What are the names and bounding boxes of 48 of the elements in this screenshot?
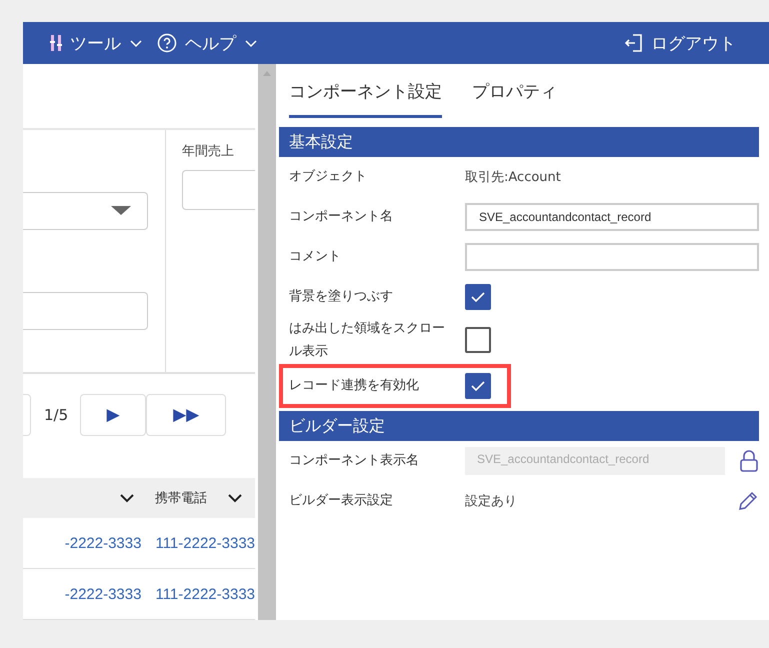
- field-label: コンポーネント名: [289, 208, 394, 226]
- logout-icon: [625, 33, 643, 53]
- table-cell: 111-2222-3333: [155, 586, 255, 602]
- table-cell: -2222-3333: [64, 586, 142, 602]
- sort-chevron-icon[interactable]: [119, 493, 135, 503]
- field-label: コメント: [289, 248, 342, 266]
- input-field[interactable]: [182, 170, 255, 210]
- checkbox[interactable]: [465, 372, 491, 399]
- scrollbar[interactable]: [258, 64, 276, 620]
- input-field: SVE_accountandcontact_record: [465, 446, 725, 475]
- logout-button[interactable]: ログアウト: [625, 32, 736, 54]
- section-header: ビルダー設定: [279, 410, 759, 441]
- field-value: 取引先:Account: [465, 169, 561, 186]
- last-page-button[interactable]: ▶▶: [146, 394, 226, 436]
- sort-chevron-icon[interactable]: [227, 493, 243, 503]
- checkmark-icon: [470, 380, 486, 392]
- table-cell: 111-2222-3333: [155, 534, 255, 552]
- dropdown-triangle-icon: [111, 206, 131, 216]
- menu-button[interactable]: ツール: [50, 32, 143, 54]
- pencil-icon[interactable]: [737, 490, 759, 512]
- dropdown-field[interactable]: [23, 192, 148, 230]
- page-indicator: 1/5: [44, 406, 68, 424]
- field-label: 年間売上: [182, 143, 235, 160]
- field-label: ビルダー表示設定: [289, 492, 394, 510]
- input-field[interactable]: [465, 243, 759, 271]
- field-label: オブジェクト: [289, 168, 368, 186]
- field-label: 背景を塗りつぶす: [289, 288, 394, 306]
- column-header: 携帯電話: [155, 490, 207, 507]
- field-label: レコード連携を有効化: [289, 377, 420, 396]
- tools-icon: [50, 34, 62, 52]
- table-cell: -2222-3333: [64, 534, 142, 552]
- next-page-button[interactable]: ▶: [80, 394, 146, 436]
- field-label: はみ出した領域をスクロール表示: [289, 320, 446, 362]
- tab[interactable]: コンポーネント設定: [289, 78, 442, 118]
- help-icon: [157, 33, 177, 53]
- checkbox[interactable]: [465, 284, 491, 310]
- input-field[interactable]: [23, 292, 148, 330]
- tab[interactable]: プロパティ: [472, 78, 557, 118]
- field-value: 設定あり: [465, 492, 518, 510]
- field-label: コンポーネント表示名: [289, 452, 420, 470]
- chevron-down-icon: [129, 38, 143, 48]
- chevron-down-icon: [244, 38, 258, 48]
- input-field[interactable]: SVE_accountandcontact_record: [465, 203, 759, 231]
- checkmark-icon: [470, 291, 486, 303]
- section-header: 基本設定: [279, 127, 759, 157]
- lock-icon[interactable]: [739, 448, 759, 473]
- menu-button[interactable]: ヘルプ: [157, 32, 258, 54]
- checkbox[interactable]: [465, 327, 491, 354]
